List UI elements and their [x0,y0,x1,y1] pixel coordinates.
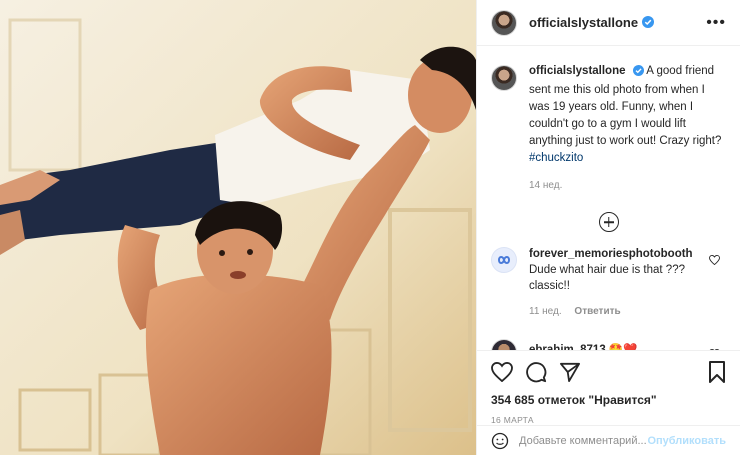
verified-badge-icon [632,65,644,82]
comment-item: forever_memoriesphotobooth Dude what hai… [477,246,740,320]
load-more-comments-button[interactable] [598,212,619,232]
caption-author-username[interactable]: officialslystallone [529,65,626,77]
author-username[interactable]: officialslystallone [529,15,638,30]
caption-text: A good friend sent me this old photo fro… [529,65,722,147]
like-heart-icon[interactable] [491,362,513,382]
emoji-smiley-icon[interactable] [491,432,509,450]
comment-bubble-icon[interactable] [525,361,547,383]
post-date[interactable]: 16 МАРТА [491,415,726,425]
photo-illustration [0,0,476,455]
caption-author-avatar[interactable] [491,65,517,91]
verified-badge-icon [642,15,655,31]
publish-button[interactable]: Опубликовать [647,435,726,447]
comment-input[interactable] [519,434,648,447]
post-caption: officialslystallone A good friend sent m… [477,47,740,194]
author-avatar[interactable] [491,9,517,36]
post-actions: 354 685 отметок "Нравится" 16 МАРТА [477,350,740,425]
comment-age: 11 нед. [529,306,562,317]
comments-list[interactable]: officialslystallone A good friend sent m… [477,47,740,350]
comment-item: ebrahim_8713 🤩❤️ [477,338,740,350]
more-dots-icon[interactable]: ••• [704,14,728,32]
add-comment-bar: Опубликовать [477,425,740,455]
comment-text: Dude what hair due is that ??? classic!! [529,264,685,292]
reply-button[interactable]: Ответить [574,306,620,317]
comment-like-heart-icon[interactable] [709,252,720,268]
post-header: officialslystallone ••• [477,0,740,46]
commenter-avatar[interactable] [491,339,517,350]
commenter-avatar[interactable] [491,247,517,273]
commenter-username[interactable]: forever_memoriesphotobooth [529,248,693,260]
likes-count[interactable]: 354 685 отметок "Нравится" [491,393,726,407]
save-bookmark-icon[interactable] [708,361,726,383]
post-photo[interactable] [0,0,476,455]
instagram-post: officialslystallone ••• officialslystall… [0,0,740,455]
caption-age: 14 нед. [529,180,563,191]
share-paper-plane-icon[interactable] [559,362,581,382]
post-side-panel: officialslystallone ••• officialslystall… [476,0,740,455]
hashtag-link[interactable]: #chuckzito [529,152,583,164]
